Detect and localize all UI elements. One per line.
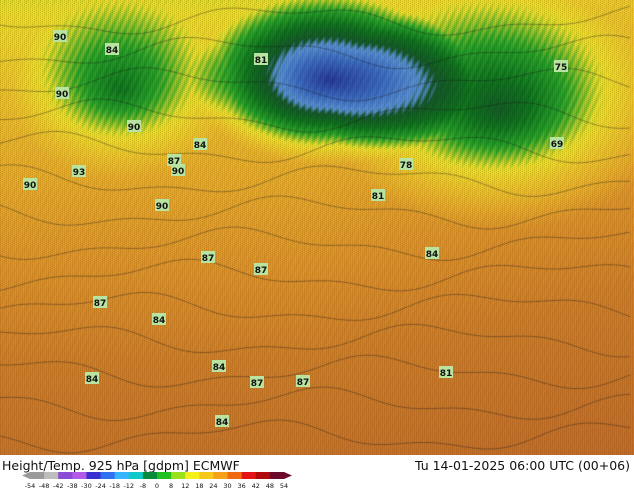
map-footer: Height/Temp. 925 hPa [gdpm] ECMWF Tu 14-… — [0, 455, 634, 490]
colorbar-swatch — [30, 472, 45, 479]
contour-label-text: 78 — [400, 161, 413, 171]
colorbar-swatch — [185, 472, 200, 479]
contour-label-text: 84 — [153, 316, 166, 326]
contour-label: 75 — [554, 60, 568, 73]
colorbar-swatch — [44, 472, 59, 479]
colorbar-tick-label: 0 — [155, 482, 159, 489]
contour-label: 69 — [550, 137, 564, 150]
colorbar-tick-label: 24 — [209, 482, 217, 489]
colorbar-tick-label: -42 — [53, 482, 64, 489]
colorbar-max-arrow — [284, 472, 292, 479]
colorbar-tick-label: -12 — [123, 482, 134, 489]
contour-label-text: 81 — [255, 56, 268, 66]
colorbar-min-arrow — [22, 472, 30, 479]
colorbar-swatch — [128, 472, 144, 479]
colorbar-tick-label: 30 — [223, 482, 231, 489]
colorbar-tick-label: -8 — [140, 482, 146, 489]
colorbar-swatch — [241, 472, 257, 479]
contour-label: 87 — [93, 296, 107, 309]
colorbar-tick-label: 48 — [266, 482, 274, 489]
contour-label: 84 — [193, 138, 207, 151]
contour-label: 90 — [171, 164, 185, 177]
contour-label: 84 — [85, 372, 99, 385]
contour-label-text: 90 — [156, 202, 169, 212]
colorbar-tick-label: 36 — [238, 482, 246, 489]
contour-label-text: 84 — [86, 375, 99, 385]
colorbar-swatch — [142, 472, 158, 479]
colorbar-tick-label: -18 — [109, 482, 120, 489]
colorbar-swatch — [58, 472, 73, 479]
contour-label-text: 84 — [426, 250, 439, 260]
colorbar-tick-label: -54 — [25, 482, 36, 489]
colorbar-swatch — [269, 472, 285, 479]
contour-label-text: 87 — [297, 378, 310, 388]
contour-label-text: 69 — [551, 140, 564, 150]
colorbar-swatch — [199, 472, 214, 479]
contour-label: 87 — [296, 375, 310, 388]
contour-label-text: 90 — [54, 33, 67, 43]
contour-label: 90 — [155, 199, 169, 212]
contour-label-text: 81 — [372, 192, 385, 202]
colorbar-swatch — [171, 472, 186, 479]
contour-label-text: 93 — [73, 168, 86, 178]
contour-label-text: 84 — [216, 418, 229, 428]
colorbar-swatch — [157, 472, 172, 479]
contour-label-text: 75 — [555, 63, 568, 73]
contour-label-layer: 90 84 90 81 90 84 87 90 93 90 90 78 81 75 69 84 87 87 87 84… — [23, 30, 568, 428]
contour-label-text: 87 — [251, 379, 264, 389]
contour-label-text: 84 — [213, 363, 226, 373]
colorbar-swatch — [72, 472, 87, 479]
contour-label: 87 — [201, 251, 215, 264]
contour-label: 93 — [72, 165, 86, 178]
colorbar-tick-label: 42 — [252, 482, 260, 489]
contour-label: 84 — [105, 43, 119, 56]
colorbar-tick-label: 8 — [169, 482, 173, 489]
colorbar-tick-label: 18 — [195, 482, 203, 489]
colorbar-tick-label: 12 — [181, 482, 189, 489]
colorbar-swatch — [227, 472, 243, 479]
colorbar-tick-label: 54 — [280, 482, 288, 489]
colorbar-swatch — [100, 472, 116, 479]
contour-label-text: 90 — [128, 123, 141, 133]
valid-time: Tu 14-01-2025 06:00 UTC (00+06) — [414, 458, 630, 473]
colorbar-tick-label: -48 — [39, 482, 50, 489]
contour-label-text: 84 — [106, 46, 119, 56]
contour-label-text: 90 — [24, 181, 37, 191]
contour-label: 90 — [127, 120, 141, 133]
contour-label: 84 — [152, 313, 166, 326]
colorbar-swatch — [255, 472, 271, 479]
contour-label: 90 — [53, 30, 67, 43]
contour-label: 81 — [439, 366, 453, 379]
colorbar-swatch — [213, 472, 228, 479]
colorbar-swatch — [114, 472, 130, 479]
meteogram-page: 90 84 90 81 90 84 87 90 93 90 90 78 81 75 69 84 87 87 87 84… — [0, 0, 634, 490]
contour-label: 87 — [254, 263, 268, 276]
colorbar-tick-label: -30 — [81, 482, 92, 489]
contour-label-text: 87 — [255, 266, 268, 276]
colorbar-tick-label: -38 — [67, 482, 78, 489]
contour-label: 87 — [250, 376, 264, 389]
contour-label-text: 87 — [94, 299, 107, 309]
contour-label: 84 — [215, 415, 229, 428]
contour-label: 81 — [371, 189, 385, 202]
contour-label-text: 81 — [440, 369, 453, 379]
contour-label-text: 90 — [56, 90, 69, 100]
contour-label-text: 84 — [194, 141, 207, 151]
colorbar-swatch — [86, 472, 101, 479]
contour-label: 84 — [212, 360, 226, 373]
contour-label-text: 87 — [202, 254, 215, 264]
contour-label: 81 — [254, 53, 268, 66]
contour-label: 84 — [425, 247, 439, 260]
contour-label-text: 90 — [172, 167, 185, 177]
contour-label: 78 — [399, 158, 413, 171]
contour-label: 90 — [23, 178, 37, 191]
contour-label: 90 — [55, 87, 69, 100]
temperature-colorbar: -54 -48 -42 -38 -30 -24 -18 -12 -8 0 8 12 18 24 30 36 42… — [22, 472, 292, 489]
colorbar-tick-label: -24 — [95, 482, 106, 489]
